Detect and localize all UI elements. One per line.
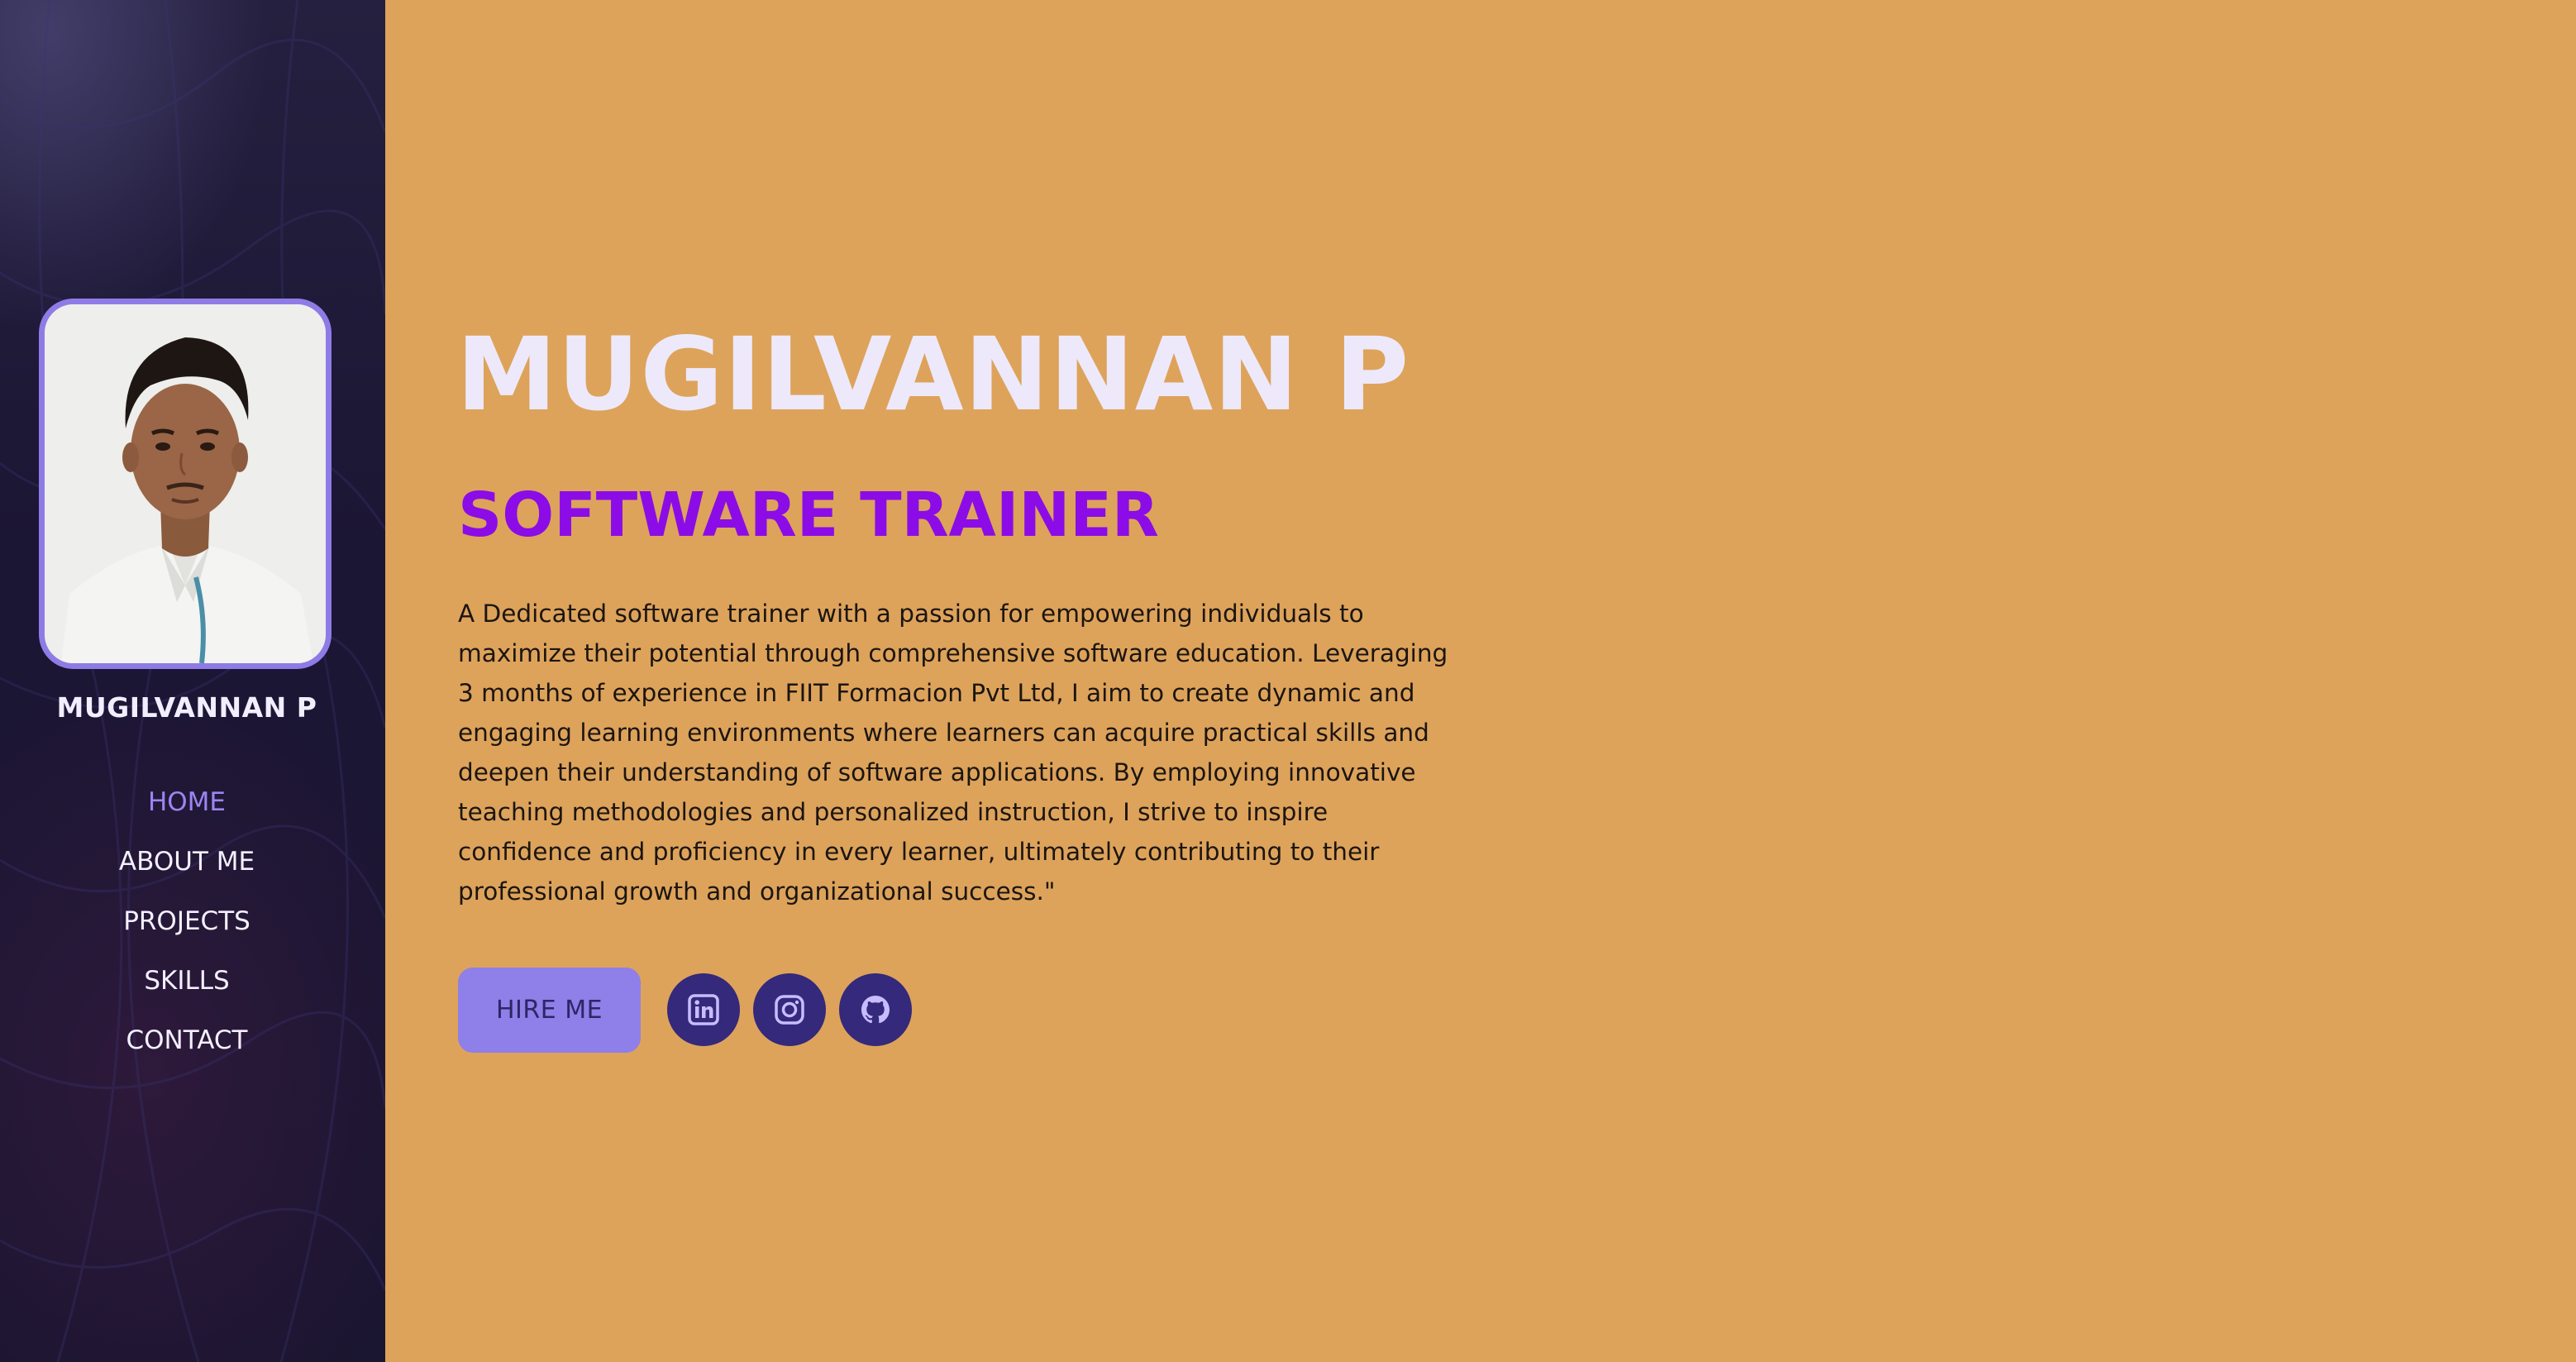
instagram-icon — [775, 995, 804, 1025]
nav-item-home[interactable]: HOME — [0, 781, 374, 841]
instagram-link[interactable] — [753, 973, 826, 1046]
nav-item-about-me[interactable]: ABOUT ME — [0, 841, 374, 901]
hero-description: A Dedicated software trainer with a pass… — [458, 600, 1448, 906]
hero-name: MUGILVANNAN P — [456, 316, 1410, 433]
spider-web-background — [0, 0, 385, 1362]
linkedin-icon — [688, 994, 719, 1025]
linkedin-link[interactable] — [667, 973, 740, 1046]
sidebar-name: MUGILVANNAN P — [56, 691, 317, 724]
hero-role: SOFTWARE TRAINER — [458, 480, 1159, 551]
hire-me-button[interactable]: HIRE ME — [458, 968, 641, 1053]
github-link[interactable] — [839, 973, 912, 1046]
nav-item-projects[interactable]: PROJECTS — [0, 901, 374, 960]
profile-photo — [45, 304, 326, 663]
avatar — [39, 299, 332, 669]
github-icon — [861, 996, 890, 1024]
nav-item-skills[interactable]: SKILLS — [0, 960, 374, 1020]
nav-item-contact[interactable]: CONTACT — [0, 1020, 374, 1079]
portfolio-page: MUGILVANNAN P HOME ABOUT ME PROJECTS SKI… — [0, 0, 2576, 1362]
sidebar: MUGILVANNAN P HOME ABOUT ME PROJECTS SKI… — [0, 0, 385, 1362]
sidebar-nav: HOME ABOUT ME PROJECTS SKILLS CONTACT — [0, 781, 374, 1079]
